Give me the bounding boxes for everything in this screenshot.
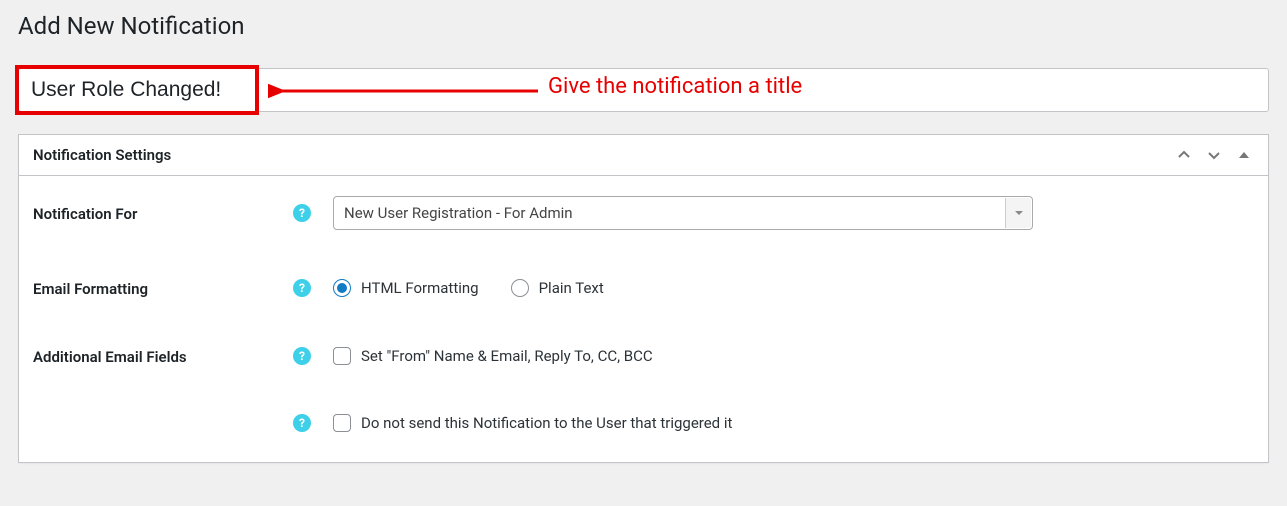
- radio-icon: [511, 279, 529, 297]
- checkbox-icon: [333, 414, 351, 432]
- label-notification-for: Notification For: [33, 203, 293, 223]
- title-row: Give the notification a title: [18, 68, 1269, 112]
- panel-title: Notification Settings: [33, 146, 171, 164]
- notification-settings-panel: Notification Settings Notification For ?: [18, 134, 1269, 463]
- row-additional-email-1: Additional Email Fields ? Set "From" Nam…: [33, 346, 1254, 366]
- row-additional-email-2: ? Do not send this Notification to the U…: [33, 414, 1254, 432]
- row-email-formatting: Email Formatting ? HTML Formatting Plain…: [33, 278, 1254, 298]
- radio-html-formatting[interactable]: HTML Formatting: [333, 279, 479, 297]
- notification-for-select[interactable]: New User Registration - For Admin: [333, 196, 1033, 230]
- checkbox-do-not-send-trigger-user[interactable]: Do not send this Notification to the Use…: [333, 414, 732, 432]
- row-notification-for: Notification For ? New User Registration…: [33, 196, 1254, 230]
- checkbox-icon: [333, 347, 351, 365]
- radio-plain-text[interactable]: Plain Text: [511, 279, 604, 297]
- notification-for-selected: New User Registration - For Admin: [344, 204, 573, 222]
- panel-toggle-icon[interactable]: [1234, 145, 1254, 165]
- page-wrap: Add New Notification Give the notificati…: [0, 0, 1287, 463]
- radio-icon: [333, 279, 351, 297]
- panel-move-up-icon[interactable]: [1174, 145, 1194, 165]
- panel-handle-actions: [1174, 145, 1254, 165]
- help-icon[interactable]: ?: [293, 347, 311, 365]
- help-icon[interactable]: ?: [293, 279, 311, 297]
- label-email-formatting: Email Formatting: [33, 278, 293, 298]
- checkbox-label: Do not send this Notification to the Use…: [361, 414, 732, 432]
- help-icon[interactable]: ?: [293, 204, 311, 222]
- notification-title-input[interactable]: [18, 68, 1269, 112]
- radio-label: HTML Formatting: [361, 279, 479, 297]
- label-empty: [33, 422, 293, 424]
- radio-label: Plain Text: [539, 279, 604, 297]
- page-title: Add New Notification: [18, 10, 1269, 50]
- checkbox-set-from-fields[interactable]: Set "From" Name & Email, Reply To, CC, B…: [333, 347, 653, 365]
- panel-header: Notification Settings: [19, 135, 1268, 176]
- panel-move-down-icon[interactable]: [1204, 145, 1224, 165]
- label-additional-email: Additional Email Fields: [33, 346, 293, 366]
- checkbox-label: Set "From" Name & Email, Reply To, CC, B…: [361, 347, 653, 365]
- panel-body: Notification For ? New User Registration…: [19, 176, 1268, 462]
- help-icon[interactable]: ?: [293, 414, 311, 432]
